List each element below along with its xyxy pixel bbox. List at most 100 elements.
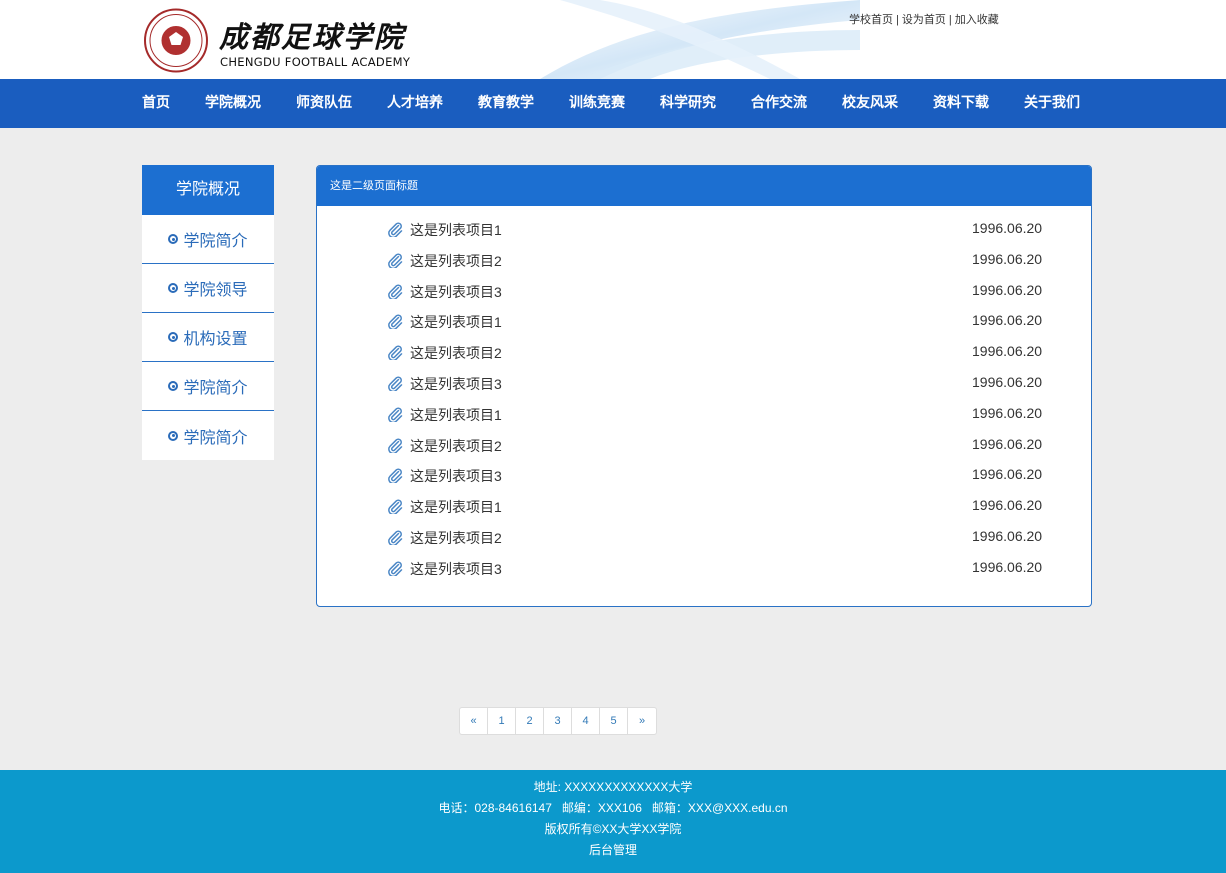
sidebar-title: 学院概况: [142, 165, 274, 215]
nav-item-downloads[interactable]: 资料下载: [933, 79, 989, 128]
list-item-date: 1996.06.20: [972, 404, 1043, 421]
list-item-title[interactable]: 这是列表项目2: [410, 251, 502, 271]
sidebar-item-label: 学院简介: [183, 429, 248, 447]
list-item-date: 1996.06.20: [972, 343, 1043, 360]
top-links: 学校首页 | 设为首页 | 加入收藏: [849, 11, 999, 27]
circle-dot-icon: [168, 283, 179, 293]
paperclip-icon: [387, 406, 403, 423]
prev-page-button[interactable]: «: [460, 708, 488, 734]
separator: |: [896, 14, 899, 26]
list-item-date: 1996.06.20: [972, 281, 1043, 298]
nav-item-overview[interactable]: 学院概况: [205, 79, 261, 128]
add-favorite-link[interactable]: 加入收藏: [955, 14, 999, 26]
nav-item-training[interactable]: 训练竞赛: [569, 79, 625, 128]
nav-item-home[interactable]: 首页: [142, 79, 170, 128]
nav-item-alumni[interactable]: 校友风采: [842, 79, 898, 128]
paperclip-icon: [387, 375, 403, 393]
paperclip-icon: [387, 283, 403, 300]
sidebar-item-label: 学院领导: [183, 282, 248, 299]
set-homepage-link[interactable]: 设为首页: [902, 14, 946, 26]
list-item[interactable]: 这是列表项目1 1996.06.20: [317, 492, 1091, 523]
nav-item-education[interactable]: 教育教学: [478, 79, 534, 128]
sidebar-item-leaders[interactable]: 学院领导: [142, 264, 274, 313]
header-decoration: [540, 0, 860, 79]
paperclip-icon: [387, 437, 403, 454]
list-item[interactable]: 这是列表项目1 1996.06.20: [317, 400, 1091, 431]
list-item[interactable]: 这是列表项目2 1996.06.20: [317, 338, 1091, 369]
list-item-date: 1996.06.20: [972, 220, 1043, 236]
list-item[interactable]: 这是列表项目3 1996.06.20: [317, 277, 1091, 308]
sidebar-item-intro[interactable]: 学院简介: [142, 215, 274, 264]
circle-dot-icon: [168, 381, 179, 391]
admin-link[interactable]: 后台管理: [0, 840, 1226, 861]
circle-dot-icon: [168, 430, 179, 441]
paperclip-icon: [387, 467, 403, 485]
content-panel: 这是二级页面标题 这是列表项目1 1996.06.20 这是列表项目2 1996.06…: [316, 165, 1092, 607]
paperclip-icon: [387, 498, 403, 516]
list-item-date: 1996.06.20: [972, 250, 1043, 267]
list-item-title[interactable]: 这是列表项目1: [410, 220, 502, 240]
list-item-title[interactable]: 这是列表项目1: [410, 405, 502, 425]
list-item-date: 1996.06.20: [972, 558, 1043, 575]
list-item[interactable]: 这是列表项目3 1996.06.20: [317, 369, 1091, 400]
page-button-4[interactable]: 4: [572, 708, 600, 734]
list-item-title[interactable]: 这是列表项目3: [410, 374, 502, 394]
school-home-link[interactable]: 学校首页: [849, 14, 893, 26]
sidebar-item-label: 机构设置: [183, 331, 248, 348]
page-button-3[interactable]: 3: [544, 708, 572, 734]
paperclip-icon: [387, 313, 403, 331]
list-item[interactable]: 这是列表项目1 1996.06.20: [317, 307, 1091, 338]
separator: |: [948, 14, 952, 26]
list-item-title[interactable]: 这是列表项目2: [410, 528, 502, 548]
list-item[interactable]: 这是列表项目3 1996.06.20: [317, 554, 1091, 585]
football-emblem-icon[interactable]: [142, 8, 210, 73]
next-page-button[interactable]: »: [628, 708, 656, 734]
site-logo-english: CHENGDU FOOTBALL ACADEMY: [220, 55, 411, 69]
list-item-date: 1996.06.20: [972, 466, 1043, 483]
site-footer: 地址: XXXXXXXXXXXXX大学 电话：028-84616147 邮编：X…: [0, 770, 1226, 873]
list-item-title[interactable]: 这是列表项目3: [410, 282, 502, 302]
sidebar-item-label: 学院简介: [183, 380, 248, 397]
circle-dot-icon: [168, 234, 179, 244]
list-item[interactable]: 这是列表项目2 1996.06.20: [317, 431, 1091, 462]
nav-item-research[interactable]: 科学研究: [660, 79, 716, 128]
article-list: 这是列表项目1 1996.06.20 这是列表项目2 1996.06.20 这是列表项目…: [317, 215, 1091, 585]
sidebar: 学院概况 学院简介 学院领导 机构设置 学院简介 学院简介: [142, 165, 274, 460]
sidebar-item-structure[interactable]: 机构设置: [142, 313, 274, 362]
list-item[interactable]: 这是列表项目2 1996.06.20: [317, 246, 1091, 277]
paperclip-icon: [387, 344, 403, 362]
list-item[interactable]: 这是列表项目1 1996.06.20: [317, 215, 1091, 246]
sidebar-item-label: 学院简介: [183, 233, 248, 250]
nav-item-talent[interactable]: 人才培养: [387, 79, 443, 128]
paperclip-icon: [387, 560, 403, 577]
nav-item-about[interactable]: 关于我们: [1024, 79, 1080, 128]
list-item[interactable]: 这是列表项目2 1996.06.20: [317, 523, 1091, 554]
paperclip-icon: [387, 529, 403, 547]
footer-contact: 电话：028-84616147 邮编：XXX106 邮箱：XXX@XXX.edu…: [438, 801, 788, 815]
list-item-date: 1996.06.20: [972, 527, 1043, 544]
list-item-date: 1996.06.20: [972, 373, 1043, 390]
sidebar-item-intro-3[interactable]: 学院简介: [142, 411, 274, 460]
nav-item-cooperation[interactable]: 合作交流: [751, 79, 807, 128]
page-button-1[interactable]: 1: [488, 708, 516, 734]
list-item-title[interactable]: 这是列表项目3: [410, 559, 502, 579]
list-item[interactable]: 这是列表项目3 1996.06.20: [317, 461, 1091, 492]
site-logo-chinese: 成都足球学院: [219, 20, 406, 54]
circle-dot-icon: [168, 332, 179, 342]
list-item-title[interactable]: 这是列表项目1: [410, 497, 502, 517]
list-item-date: 1996.06.20: [972, 312, 1043, 329]
footer-address: 地址: XXXXXXXXXXXXX大学: [533, 780, 693, 794]
sidebar-item-intro-2[interactable]: 学院简介: [142, 362, 274, 411]
list-item-date: 1996.06.20: [972, 497, 1043, 514]
panel-title: 这是二级页面标题: [317, 166, 1091, 206]
paperclip-icon: [387, 221, 403, 239]
list-item-title[interactable]: 这是列表项目2: [410, 343, 502, 363]
list-item-title[interactable]: 这是列表项目2: [410, 436, 502, 456]
footer-copyright: 版权所有©XX大学XX学院: [544, 822, 682, 836]
nav-item-faculty[interactable]: 师资队伍: [296, 79, 352, 128]
list-item-title[interactable]: 这是列表项目3: [410, 466, 502, 486]
list-item-title[interactable]: 这是列表项目1: [410, 312, 502, 332]
page-button-2[interactable]: 2: [516, 708, 544, 734]
page-button-5[interactable]: 5: [600, 708, 628, 734]
list-item-date: 1996.06.20: [972, 435, 1043, 452]
